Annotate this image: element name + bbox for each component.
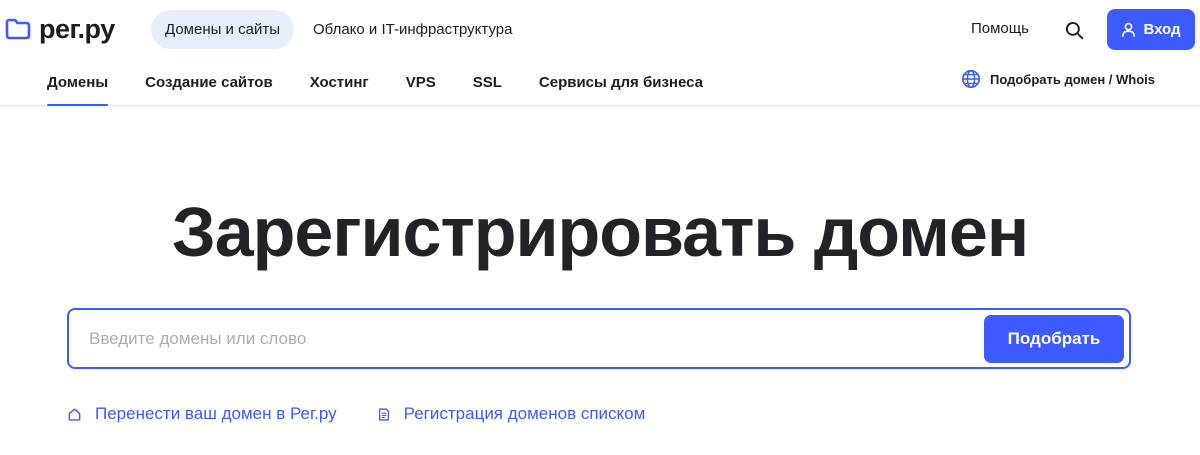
sub-nav: Домены Создание сайтов Хостинг VPS SSL С… [47,58,740,106]
whois-link[interactable]: Подобрать домен / Whois [961,68,1155,90]
sub-nav-hosting[interactable]: Хостинг [310,58,369,106]
sub-nav-vps[interactable]: VPS [406,58,436,106]
search-button[interactable] [1061,17,1087,43]
folder-logo-icon [5,18,31,40]
sub-nav-business-services[interactable]: Сервисы для бизнеса [539,58,703,106]
sub-nav-site-builder[interactable]: Создание сайтов [145,58,273,106]
login-button[interactable]: Вход [1107,9,1195,50]
home-icon [68,407,81,421]
top-nav: Домены и сайты Облако и IT-инфраструктур… [151,10,526,49]
page-title: Зарегистрировать домен [171,193,1029,271]
sub-nav-domains[interactable]: Домены [47,58,109,106]
sub-nav-ssl[interactable]: SSL [473,58,502,106]
document-list-icon [378,407,389,421]
tab-domains-and-sites[interactable]: Домены и сайты [151,10,294,49]
logo[interactable]: рег.ру [5,12,115,46]
bulk-registration-label: Регистрация доменов списком [403,404,646,423]
globe-icon [961,69,981,89]
domain-search-input[interactable] [89,320,969,357]
hero-links: Перенести ваш домен в Рег.ру Регистрация… [67,404,645,424]
search-icon [1065,21,1083,39]
domain-search-box: Подобрать [67,308,1131,369]
logo-text: рег.ру [39,13,115,44]
user-icon [1122,22,1136,37]
find-domain-button[interactable]: Подобрать [984,315,1124,363]
bulk-registration-link[interactable]: Регистрация доменов списком [377,404,646,424]
site-header: рег.ру Домены и сайты Облако и IT-инфрас… [0,0,1200,106]
transfer-domain-label: Перенести ваш домен в Рег.ру [95,404,337,423]
tab-cloud-it[interactable]: Облако и IT-инфраструктура [299,10,526,49]
whois-label: Подобрать домен / Whois [990,71,1156,87]
transfer-domain-link[interactable]: Перенести ваш домен в Рег.ру [67,404,337,424]
login-label: Вход [1143,21,1181,38]
help-link[interactable]: Помощь [971,20,1029,37]
